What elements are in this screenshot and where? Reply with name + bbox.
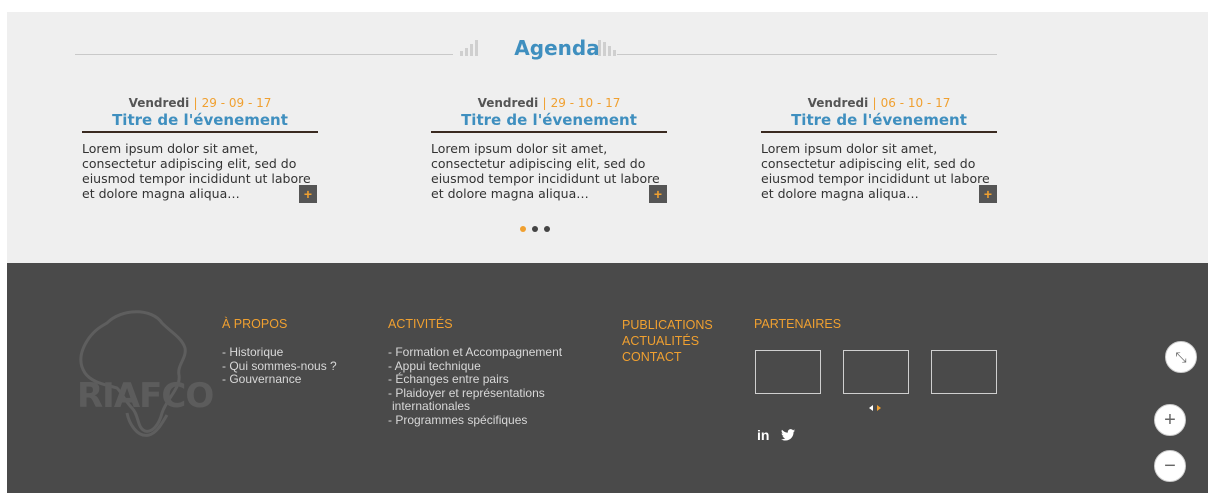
event-date-value: 29 - 10 - 17 [550, 96, 621, 110]
footer-link-plaidoyer-cont[interactable]: internationales [388, 399, 562, 414]
pagination-dot[interactable] [544, 226, 550, 232]
event-title[interactable]: Titre de l'évenement [761, 111, 997, 133]
read-more-button[interactable]: + [649, 185, 667, 203]
fullscreen-toggle-button[interactable]: ⤡ [1165, 341, 1197, 373]
agenda-divider-right [617, 54, 997, 55]
footer-link-programmes[interactable]: - Programmes spécifiques [388, 413, 562, 428]
footer-link-echanges[interactable]: - Échanges entre pairs [388, 372, 562, 387]
event-day: Vendredi [477, 96, 539, 110]
event-date: Vendredi | 06 - 10 - 17 [761, 96, 997, 110]
social-links: in [757, 427, 796, 443]
event-description: Lorem ipsum dolor sit amet, consectetur … [431, 141, 660, 201]
partner-logo-slot[interactable] [931, 350, 997, 394]
footer-link-qui-sommes-nous[interactable]: - Qui sommes-nous ? [222, 359, 337, 374]
twitter-icon[interactable] [781, 429, 796, 441]
africa-map-icon [79, 310, 187, 437]
bars-icon-left [460, 38, 478, 56]
footer-link-plaidoyer[interactable]: - Plaidoyer et représentations [388, 386, 562, 401]
event-title[interactable]: Titre de l'évenement [431, 111, 667, 133]
event-date: Vendredi | 29 - 10 - 17 [431, 96, 667, 110]
event-description: Lorem ipsum dolor sit amet, consectetur … [82, 141, 311, 201]
date-separator: | [872, 96, 877, 110]
zoom-in-button[interactable]: + [1154, 404, 1186, 436]
partner-logo-slot[interactable] [755, 350, 821, 394]
partner-logo-slot[interactable] [843, 350, 909, 394]
footer-link-appui[interactable]: - Appui technique [388, 359, 562, 374]
pagination-dot[interactable] [532, 226, 538, 232]
footer-link-formation[interactable]: - Formation et Accompagnement [388, 345, 562, 360]
event-date: Vendredi | 29 - 09 - 17 [82, 96, 318, 110]
apropos-list: - Historique - Qui sommes-nous ? - Gouve… [222, 345, 337, 387]
footer-link-publications[interactable]: PUBLICATIONS [622, 317, 713, 333]
site-footer: RIAFCO À PROPOS - Historique - Qui somme… [7, 263, 1208, 493]
agenda-divider-left [75, 54, 453, 55]
footer-link-gouvernance[interactable]: - Gouvernance [222, 372, 337, 387]
linkedin-icon[interactable]: in [757, 427, 769, 443]
partenaires-heading: PARTENAIRES [754, 317, 842, 331]
activites-list: - Formation et Accompagnement - Appui te… [388, 345, 562, 428]
activites-heading[interactable]: ACTIVITÉS [388, 317, 453, 331]
event-date-value: 29 - 09 - 17 [201, 96, 272, 110]
footer-link-actualites[interactable]: ACTUALITÉS [622, 333, 713, 349]
carousel-pagination [520, 226, 550, 232]
event-day: Vendredi [128, 96, 190, 110]
agenda-title: Agenda [514, 36, 600, 60]
event-description: Lorem ipsum dolor sit amet, consectetur … [761, 141, 990, 201]
footer-link-historique[interactable]: - Historique [222, 345, 337, 360]
bars-icon-right [598, 38, 616, 56]
pagination-dot-active[interactable] [520, 226, 526, 232]
date-separator: | [542, 96, 547, 110]
date-separator: | [193, 96, 198, 110]
read-more-button[interactable]: + [299, 185, 317, 203]
footer-main-links: PUBLICATIONS ACTUALITÉS CONTACT [622, 317, 713, 365]
zoom-out-button[interactable]: − [1154, 450, 1186, 482]
riafco-logo[interactable]: RIAFCO [67, 303, 214, 443]
event-date-value: 06 - 10 - 17 [880, 96, 951, 110]
event-card: Vendredi | 06 - 10 - 17 Titre de l'évene… [761, 96, 997, 201]
arrow-left-icon[interactable] [869, 405, 873, 411]
event-title[interactable]: Titre de l'évenement [82, 111, 318, 133]
logo-text: RIAFCO [77, 376, 214, 416]
event-card: Vendredi | 29 - 09 - 17 Titre de l'évene… [82, 96, 318, 201]
event-day: Vendredi [807, 96, 869, 110]
arrow-right-icon[interactable] [877, 405, 881, 411]
agenda-section: Agenda Vendredi | 29 - 09 - 17 Titre de … [7, 12, 1208, 263]
read-more-button[interactable]: + [979, 185, 997, 203]
apropos-heading[interactable]: À PROPOS [222, 317, 287, 331]
event-card: Vendredi | 29 - 10 - 17 Titre de l'évene… [431, 96, 667, 201]
footer-link-contact[interactable]: CONTACT [622, 349, 713, 365]
partners-carousel-arrows [869, 405, 881, 411]
